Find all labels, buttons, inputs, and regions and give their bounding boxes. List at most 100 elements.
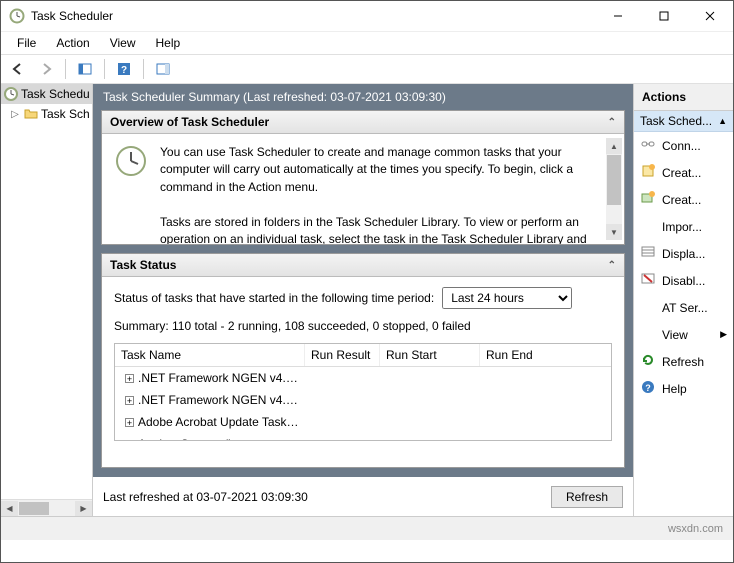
back-button[interactable] (5, 57, 31, 81)
menu-help[interactable]: Help (148, 34, 189, 52)
table-row[interactable]: + .NET Framework NGEN v4.0.303... (115, 367, 611, 389)
scroll-right-icon[interactable]: ▶ (75, 501, 92, 516)
chevron-up-icon[interactable]: ⌃ (608, 117, 616, 128)
scroll-thumb[interactable] (607, 155, 621, 205)
refresh-button[interactable]: Refresh (551, 486, 623, 508)
action-item[interactable]: ? Help (634, 375, 733, 402)
help-button[interactable]: ? (111, 57, 137, 81)
collapse-icon[interactable]: ▲ (718, 116, 727, 126)
task-name: .NET Framework NGEN v4.0.303... (138, 393, 305, 407)
menu-action[interactable]: Action (48, 34, 97, 52)
tree-child[interactable]: ▷ Task Sch (1, 104, 92, 124)
action-label: View (662, 328, 688, 342)
window-title: Task Scheduler (31, 9, 595, 23)
last-refreshed-text: Last refreshed at 03-07-2021 03:09:30 (103, 490, 308, 504)
expand-icon[interactable]: + (125, 440, 134, 441)
svg-text:?: ? (121, 65, 127, 76)
overview-title: Overview of Task Scheduler (110, 115, 269, 129)
submenu-arrow-icon: ▶ (720, 329, 727, 340)
col-task-name[interactable]: Task Name (115, 344, 305, 366)
watermark: wsxdn.com (668, 523, 723, 535)
show-hide-tree-button[interactable] (72, 57, 98, 81)
show-hide-action-button[interactable] (150, 57, 176, 81)
table-header: Task Name Run Result Run Start Run End (115, 344, 611, 367)
main-area: Task Schedu ▷ Task Sch ◀ ▶ Task Schedule… (1, 84, 733, 516)
clock-icon (3, 86, 19, 102)
action-label: Displa... (662, 247, 705, 261)
blank-icon (640, 217, 656, 236)
status-bar: wsxdn.com (1, 516, 733, 540)
scroll-thumb[interactable] (19, 502, 49, 515)
table-row[interactable]: +AnalyzeSystem (last run succee... (115, 433, 611, 441)
task-status-panel: Task Status ⌃ Status of tasks that have … (101, 253, 625, 468)
toolbar: ? (1, 54, 733, 84)
action-item[interactable]: AT Ser... (634, 294, 733, 321)
col-run-end[interactable]: Run End (480, 344, 611, 366)
task-table: Task Name Run Result Run Start Run End +… (114, 343, 612, 441)
title-bar: Task Scheduler (1, 1, 733, 31)
action-item[interactable]: Refresh (634, 348, 733, 375)
expand-icon[interactable]: + (125, 396, 134, 405)
actions-section[interactable]: Task Sched... ▲ (634, 111, 733, 132)
expand-icon[interactable]: ▷ (9, 109, 21, 120)
actions-section-label: Task Sched... (640, 114, 712, 128)
menu-view[interactable]: View (102, 34, 144, 52)
status-summary: Summary: 110 total - 2 running, 108 succ… (114, 319, 612, 333)
period-select[interactable]: Last 24 hours (442, 287, 572, 309)
action-item[interactable]: Disabl... (634, 267, 733, 294)
action-label: Disabl... (662, 274, 705, 288)
action-label: AT Ser... (662, 301, 708, 315)
overview-panel: Overview of Task Scheduler ⌃ You can use… (101, 110, 625, 245)
summary-header: Task Scheduler Summary (Last refreshed: … (93, 84, 633, 110)
scroll-left-icon[interactable]: ◀ (1, 501, 18, 516)
overview-scrollbar[interactable]: ▲ ▼ (606, 138, 622, 240)
tree-child-label: Task Sch (41, 107, 90, 121)
svg-text:?: ? (645, 383, 651, 393)
link-icon (640, 136, 656, 155)
expand-icon[interactable]: + (125, 374, 134, 383)
forward-button[interactable] (33, 57, 59, 81)
overview-p1: You can use Task Scheduler to create and… (160, 144, 612, 196)
minimize-button[interactable] (595, 1, 641, 31)
task-status-header[interactable]: Task Status ⌃ (102, 254, 624, 277)
action-item[interactable]: View ▶ (634, 321, 733, 348)
tree-root-label: Task Schedu (21, 87, 90, 101)
close-button[interactable] (687, 1, 733, 31)
col-run-start[interactable]: Run Start (380, 344, 480, 366)
toolbar-separator (143, 59, 144, 79)
expand-icon[interactable]: + (125, 418, 134, 427)
task-name: Adobe Acrobat Update Task (las... (138, 415, 305, 429)
action-item[interactable]: Impor... (634, 213, 733, 240)
blank-icon (640, 298, 656, 317)
action-label: Help (662, 382, 687, 396)
action-label: Creat... (662, 193, 701, 207)
maximize-button[interactable] (641, 1, 687, 31)
action-item[interactable]: Creat... (634, 159, 733, 186)
overview-p2: Tasks are stored in folders in the Task … (160, 214, 612, 244)
disable-icon (640, 271, 656, 290)
tree-root[interactable]: Task Schedu (1, 84, 92, 104)
table-row[interactable]: + Adobe Acrobat Update Task (las... (115, 411, 611, 433)
new-task-icon (640, 190, 656, 209)
action-item[interactable]: Creat... (634, 186, 733, 213)
scroll-down-icon[interactable]: ▼ (606, 224, 622, 240)
tree-pane: Task Schedu ▷ Task Sch ◀ ▶ (1, 84, 93, 516)
task-name: .NET Framework NGEN v4.0.303... (138, 371, 305, 385)
tree-h-scrollbar[interactable]: ◀ ▶ (1, 499, 92, 516)
action-item[interactable]: Displa... (634, 240, 733, 267)
table-row[interactable]: + .NET Framework NGEN v4.0.303... (115, 389, 611, 411)
action-item[interactable]: Conn... (634, 132, 733, 159)
menu-file[interactable]: File (9, 34, 44, 52)
menu-bar: File Action View Help (1, 31, 733, 54)
clock-icon (114, 144, 148, 178)
col-run-result[interactable]: Run Result (305, 344, 380, 366)
folder-icon (23, 106, 39, 122)
chevron-up-icon[interactable]: ⌃ (608, 260, 616, 271)
scroll-up-icon[interactable]: ▲ (606, 138, 622, 154)
actions-pane: Actions Task Sched... ▲ Conn...Creat...C… (633, 84, 733, 516)
center-pane: Task Scheduler Summary (Last refreshed: … (93, 84, 633, 516)
action-label: Creat... (662, 166, 701, 180)
blank-icon (640, 325, 656, 344)
new-basic-icon (640, 163, 656, 182)
overview-header[interactable]: Overview of Task Scheduler ⌃ (102, 111, 624, 134)
